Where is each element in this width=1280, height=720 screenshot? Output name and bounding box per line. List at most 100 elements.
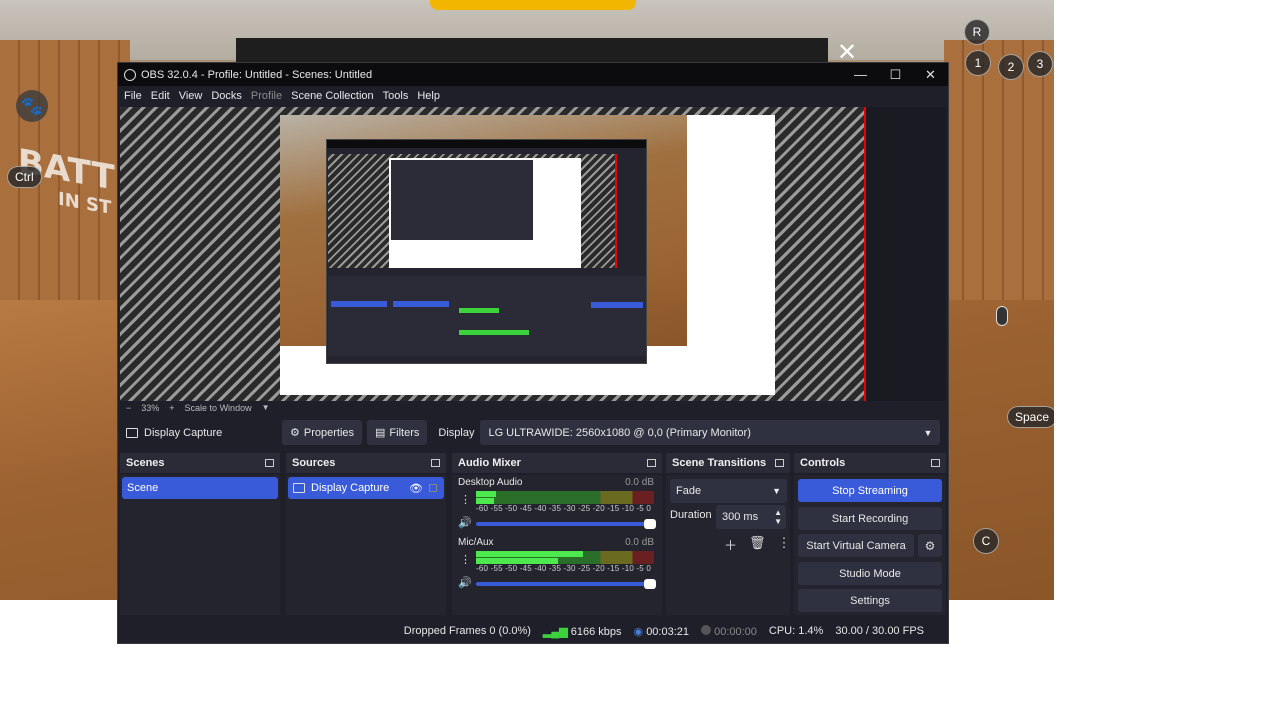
duration-label: Duration xyxy=(670,509,712,521)
transition-value: Fade xyxy=(676,485,702,497)
record-time-group: 00:00:00 xyxy=(701,624,757,638)
menu-tools[interactable]: Tools xyxy=(383,90,415,102)
sources-header: Sources xyxy=(286,453,446,473)
record-time: 00:00:00 xyxy=(714,625,757,638)
key-space[interactable]: Space xyxy=(1007,406,1054,428)
duration-input[interactable]: 300 ms ▲ ▼ xyxy=(716,505,786,529)
undock-icon[interactable] xyxy=(647,459,656,467)
properties-button[interactable]: ⚙ Properties xyxy=(282,420,363,445)
undock-icon[interactable] xyxy=(775,459,784,467)
filter-icon: ▤ xyxy=(375,427,386,439)
scene-item[interactable]: Scene xyxy=(122,477,278,499)
start-recording-button[interactable]: Start Recording xyxy=(798,507,942,530)
settings-button[interactable]: Settings xyxy=(798,589,942,612)
window-buttons: — ☐ ✕ xyxy=(843,67,948,83)
menu-help[interactable]: Help xyxy=(417,90,446,102)
monitor-icon xyxy=(126,427,138,438)
key-3[interactable]: 3 xyxy=(1027,51,1053,77)
zoom-bar: − 33% + Scale to Window ▼ xyxy=(120,401,946,414)
scenes-list: Scene xyxy=(120,475,280,615)
transition-select[interactable]: Fade ▼ xyxy=(670,479,787,503)
audio-mixer-title: Audio Mixer xyxy=(458,457,521,469)
scenes-dock: Scenes Scene ＋ 🗑 ◫ ∧ ∨ xyxy=(120,453,280,640)
volume-slider[interactable] xyxy=(476,519,656,529)
speaker-icon[interactable]: 🔊 xyxy=(458,576,472,589)
undock-icon[interactable] xyxy=(265,459,274,467)
obs-logo-icon xyxy=(124,68,136,81)
menu-bar: File Edit View Docks Profile Scene Colle… xyxy=(118,86,948,106)
undock-icon[interactable] xyxy=(431,459,440,467)
more-icon[interactable]: ⋮ xyxy=(778,535,791,554)
stop-streaming-button[interactable]: Stop Streaming xyxy=(798,479,942,502)
volume-slider-knob[interactable] xyxy=(644,519,656,529)
minimize-icon[interactable]: — xyxy=(843,67,878,83)
trash-icon[interactable]: 🗑 xyxy=(749,535,766,554)
preview-dark-region xyxy=(866,107,936,401)
menu-docks[interactable]: Docks xyxy=(211,90,248,102)
title-bar: OBS 32.0.4 - Profile: Untitled - Scenes:… xyxy=(118,63,948,86)
signal-icon: ▂▄▆ xyxy=(542,625,568,638)
key-ctrl[interactable]: Ctrl xyxy=(7,166,42,188)
source-item-label: Display Capture xyxy=(311,482,390,494)
controls-body: Stop Streaming Start Recording Start Vir… xyxy=(794,475,946,615)
zoom-mode[interactable]: Scale to Window xyxy=(185,403,252,413)
channel-desktop-audio: Desktop Audio 0.0 dB ⋮ -60 -55 -50 -45 -… xyxy=(458,477,656,533)
key-2[interactable]: 2 xyxy=(998,54,1024,80)
undock-icon[interactable] xyxy=(931,459,940,467)
zoom-value: 33% xyxy=(141,402,160,413)
scene-item-label: Scene xyxy=(127,482,159,494)
eye-icon[interactable]: 👁 xyxy=(409,482,423,495)
display-value: LG ULTRAWIDE: 2560x1080 @ 0,0 (Primary M… xyxy=(488,426,751,439)
volume-slider[interactable] xyxy=(476,579,656,589)
audio-mixer-header: Audio Mixer xyxy=(452,453,662,473)
key-1[interactable]: 1 xyxy=(965,50,991,76)
zoom-out-icon[interactable]: − xyxy=(126,403,131,413)
paw-icon[interactable]: 🐾 xyxy=(16,90,48,122)
filters-button[interactable]: ▤ Filters xyxy=(367,420,428,445)
menu-view[interactable]: View xyxy=(179,90,209,102)
zoom-in-icon[interactable]: + xyxy=(169,403,174,413)
speaker-icon[interactable]: 🔊 xyxy=(458,516,472,529)
lock-icon[interactable] xyxy=(429,484,437,492)
channel-name: Desktop Audio xyxy=(458,477,523,488)
fps: 30.00 / 30.00 FPS xyxy=(835,625,924,637)
audio-mixer-body: Desktop Audio 0.0 dB ⋮ -60 -55 -50 -45 -… xyxy=(452,475,662,615)
spinner-icon[interactable]: ▲ ▼ xyxy=(774,508,782,526)
maximize-icon[interactable]: ☐ xyxy=(878,67,913,83)
meter-scale: -60 -55 -50 -45 -40 -35 -30 -25 -20 -15 … xyxy=(476,504,652,513)
channel-mic-aux: Mic/Aux 0.0 dB ⋮ -60 -55 -50 -45 -40 -35… xyxy=(458,537,656,593)
sources-dock: Sources Display Capture 👁 ＋ 🗑 ⚙ ∧ ∨ xyxy=(286,453,446,640)
add-icon[interactable]: ＋ xyxy=(724,535,737,554)
menu-profile[interactable]: Profile xyxy=(251,90,288,102)
start-virtual-camera-button[interactable]: Start Virtual Camera xyxy=(798,534,914,557)
virtual-camera-settings-icon[interactable]: ⚙ xyxy=(918,534,942,557)
duration-value: 300 ms xyxy=(722,511,759,523)
controls-dock: Controls Stop Streaming Start Recording … xyxy=(794,453,946,615)
key-c[interactable]: C xyxy=(973,528,999,554)
preview-canvas[interactable] xyxy=(120,107,946,401)
display-select[interactable]: LG ULTRAWIDE: 2560x1080 @ 0,0 (Primary M… xyxy=(480,420,941,445)
more-icon[interactable]: ⋮ xyxy=(460,493,471,506)
menu-file[interactable]: File xyxy=(124,90,148,102)
close-window-icon[interactable]: ✕ xyxy=(913,67,948,83)
chevron-down-icon: ▼ xyxy=(923,427,933,438)
studio-mode-button[interactable]: Studio Mode xyxy=(798,562,942,585)
transition-toolbar: ＋ 🗑 ⋮ xyxy=(724,535,791,554)
selected-source: Display Capture xyxy=(120,427,282,439)
menu-scene-collection[interactable]: Scene Collection xyxy=(291,90,380,102)
meter-level-top xyxy=(476,551,583,557)
chevron-down-icon: ▼ xyxy=(772,486,781,496)
zoom-dropdown-icon[interactable]: ▼ xyxy=(262,403,270,412)
volume-slider-knob[interactable] xyxy=(644,579,656,589)
more-icon[interactable]: ⋮ xyxy=(460,553,471,566)
channel-name: Mic/Aux xyxy=(458,537,494,548)
menu-edit[interactable]: Edit xyxy=(151,90,176,102)
record-icon xyxy=(701,624,712,635)
dropped-frames: Dropped Frames 0 (0.0%) xyxy=(403,625,531,637)
sources-title: Sources xyxy=(292,457,336,469)
bitrate-group: ▂▄▆ 6166 kbps xyxy=(543,625,622,638)
scenes-header: Scenes xyxy=(120,453,280,473)
source-item[interactable]: Display Capture 👁 xyxy=(288,477,444,499)
source-toolbar: Display Capture ⚙ Properties ▤ Filters D… xyxy=(120,419,946,446)
key-r[interactable]: R xyxy=(964,19,990,45)
